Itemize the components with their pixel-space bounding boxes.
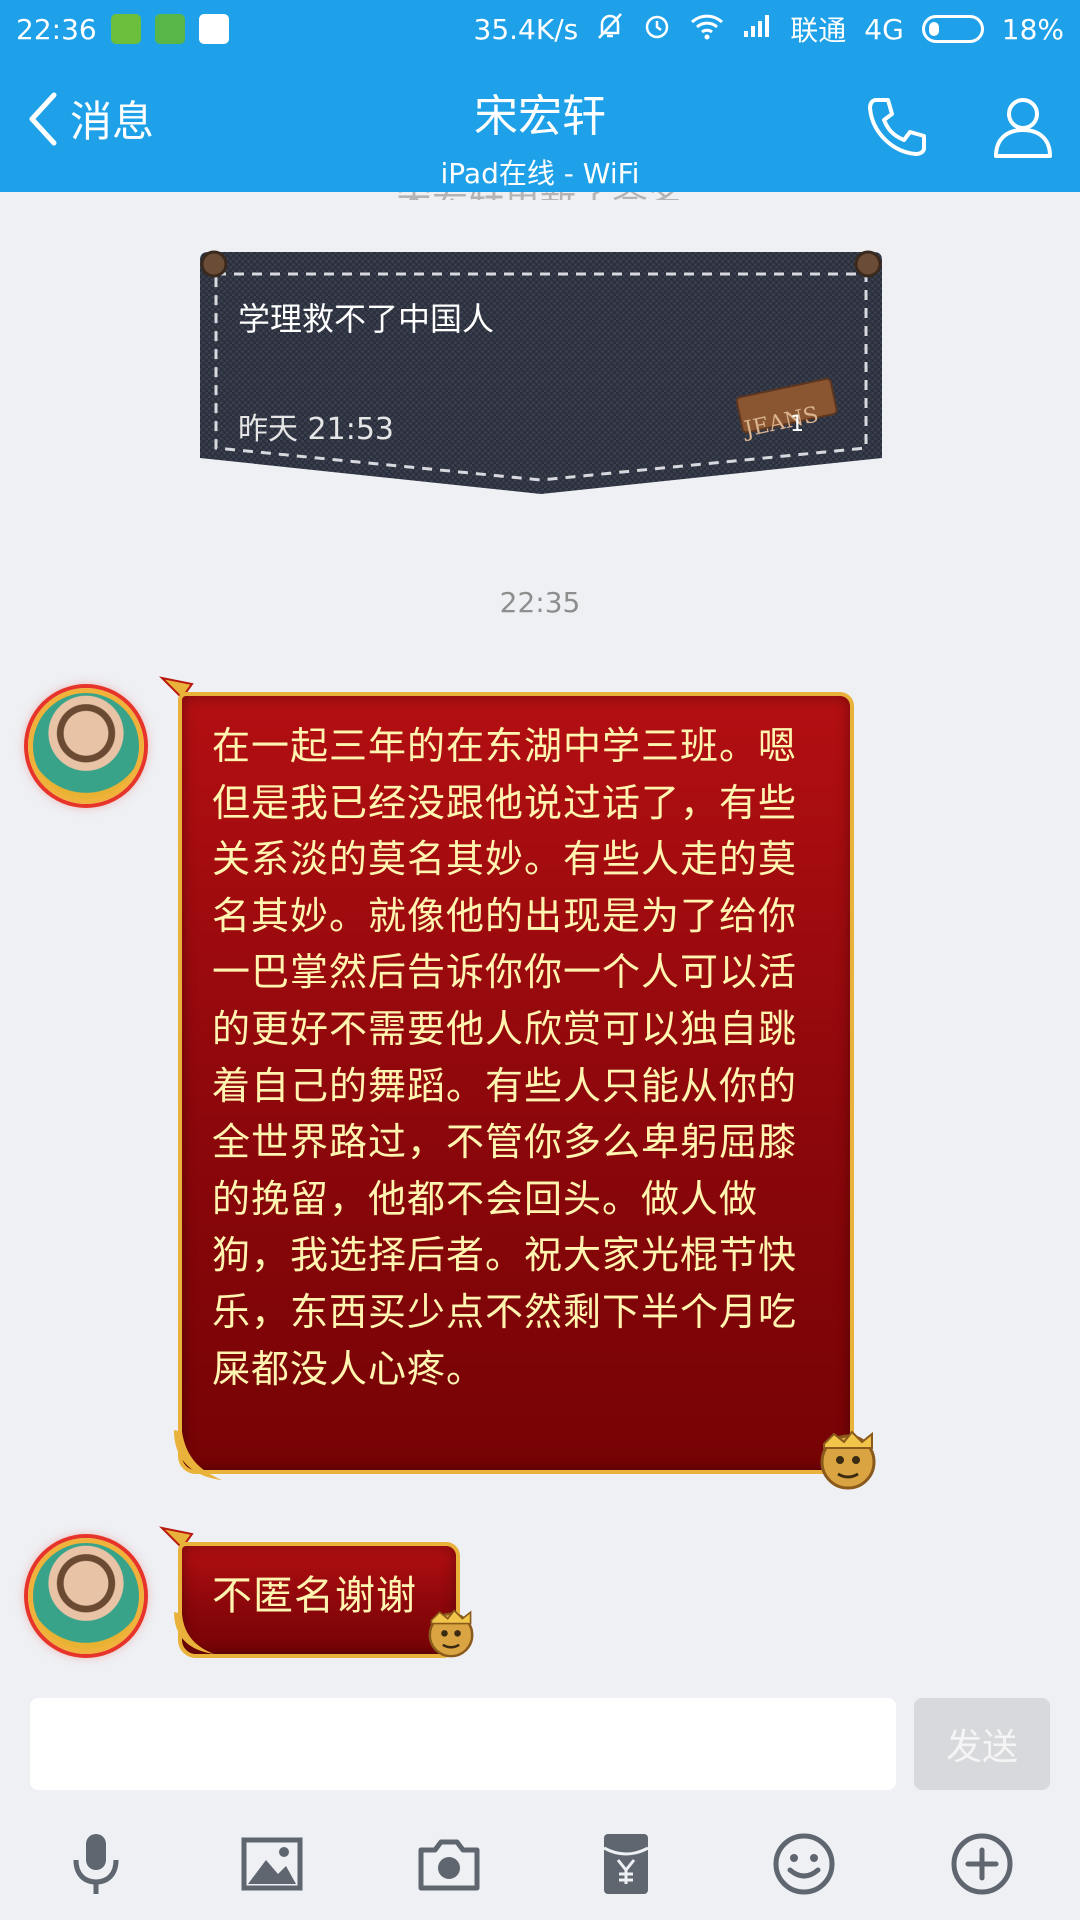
chat-area[interactable]: 宋宏轩更新了签名 学理救不了中国人 昨天 21:53 JEANS 1 22:35 xyxy=(0,192,1080,1678)
alarm-icon xyxy=(642,11,672,48)
signature-card[interactable]: 学理救不了中国人 昨天 21:53 JEANS 1 xyxy=(196,248,886,498)
camera-icon[interactable] xyxy=(415,1830,483,1898)
wifi-icon xyxy=(690,12,724,47)
avatar[interactable] xyxy=(28,1538,144,1654)
microphone-icon[interactable] xyxy=(62,1830,130,1898)
plus-icon[interactable] xyxy=(948,1830,1016,1898)
message-timestamp: 22:35 xyxy=(499,586,581,619)
message-bubble[interactable]: 不匿名谢谢 xyxy=(178,1542,460,1658)
signature-update-notice: 宋宏轩更新了签名 xyxy=(0,192,1080,200)
status-bar: 22:36 35.4K/s 联通 4G 18% xyxy=(0,0,1080,58)
battery-icon xyxy=(921,15,984,43)
shield-icon xyxy=(110,14,141,44)
jeans-pocket-graphic xyxy=(200,250,882,494)
network-speed: 35.4K/s xyxy=(473,12,579,46)
carrier: 联通 xyxy=(790,14,847,47)
input-toolbar xyxy=(0,1808,1080,1920)
bubble-corner-ornament xyxy=(174,1612,214,1654)
red-packet-icon[interactable] xyxy=(592,1830,660,1898)
monkey-king-icon xyxy=(428,1609,474,1658)
chat-header: 消息 宋宏轩 iPad在线 - WiFi xyxy=(0,58,1080,192)
battery-level: 18% xyxy=(1001,12,1064,46)
message-text: 在一起三年的在东湖中学三班。嗯但是我已经没跟他说过话了，有些关系淡的莫名其妙。有… xyxy=(212,724,798,1391)
emoji-icon[interactable] xyxy=(770,1830,838,1898)
message-bubble[interactable]: 在一起三年的在东湖中学三班。嗯但是我已经没跟他说过话了，有些关系淡的莫名其妙。有… xyxy=(178,692,854,1474)
frog-icon xyxy=(154,14,185,44)
qq-icon xyxy=(198,14,229,44)
profile-icon[interactable] xyxy=(988,92,1058,162)
avatar[interactable] xyxy=(28,688,144,804)
image-icon[interactable] xyxy=(238,1830,306,1898)
like-count: 1 xyxy=(790,412,804,437)
signature-text: 学理救不了中国人 xyxy=(238,300,495,338)
message-input[interactable] xyxy=(30,1698,896,1790)
monkey-king-icon xyxy=(820,1430,876,1490)
phone-icon[interactable] xyxy=(862,92,932,162)
signature-time: 昨天 21:53 xyxy=(238,412,394,447)
bubble-corner-ornament xyxy=(174,1430,222,1480)
clock: 22:36 xyxy=(16,12,97,46)
message-text: 不匿名谢谢 xyxy=(212,1573,417,1619)
mute-icon xyxy=(596,11,624,48)
composer: 发送 xyxy=(0,1678,1080,1808)
network-type: 4G xyxy=(864,12,904,46)
send-button[interactable]: 发送 xyxy=(914,1698,1050,1790)
signal-icon xyxy=(742,13,772,46)
